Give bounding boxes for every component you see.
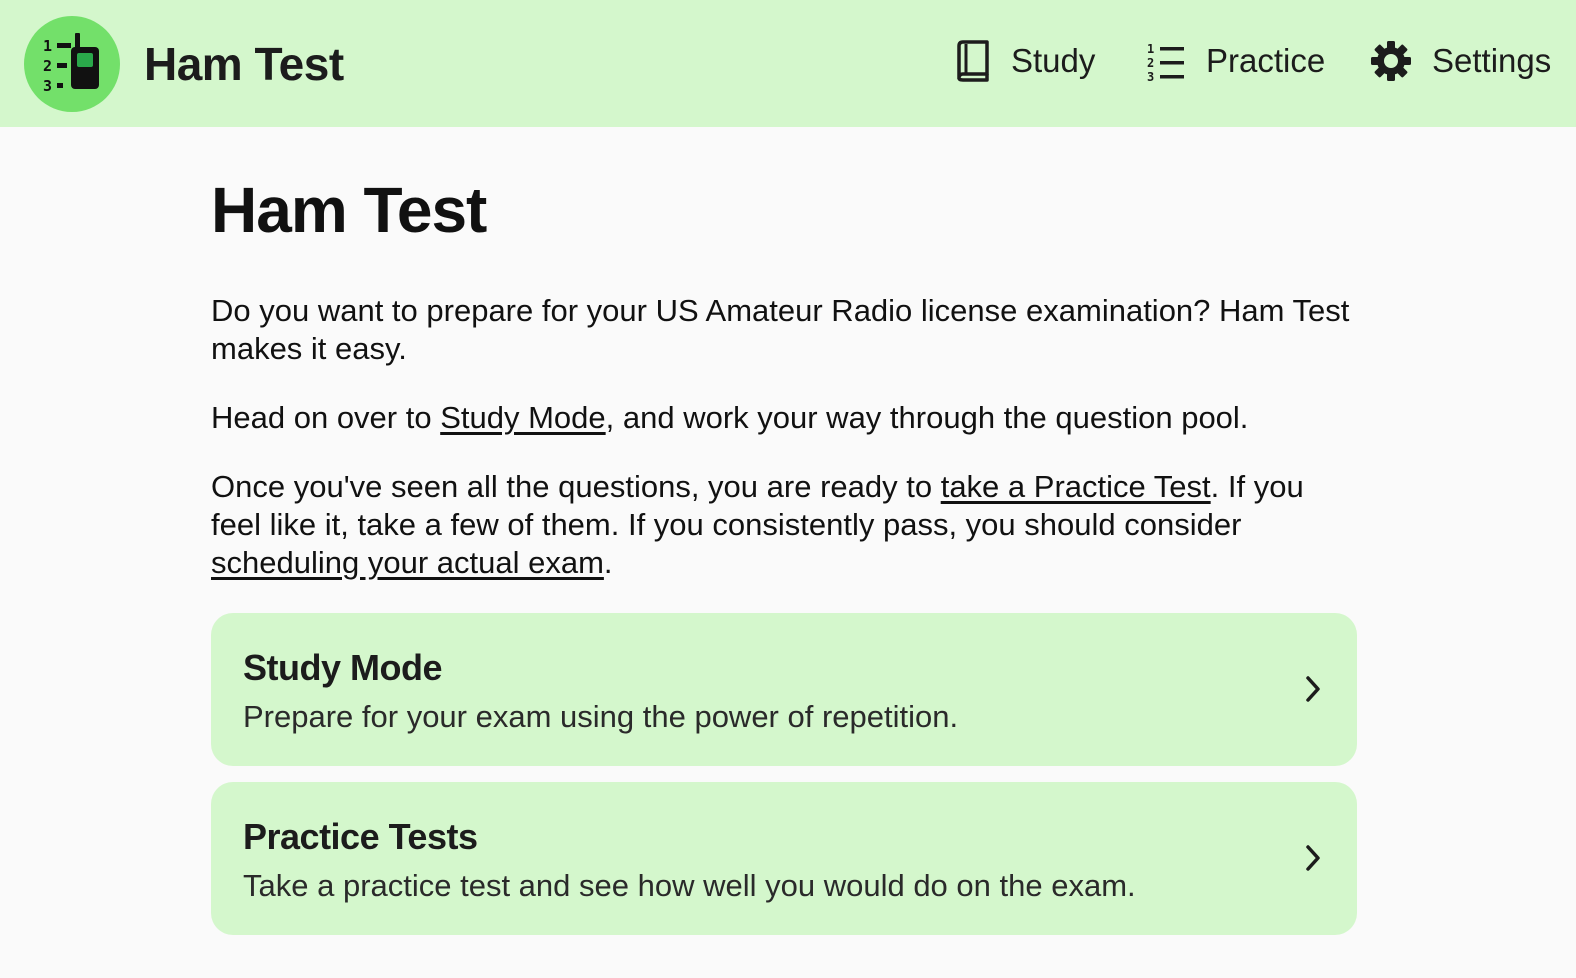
svg-text:1: 1 bbox=[1147, 42, 1154, 56]
study-paragraph-text: Head on over to bbox=[211, 400, 441, 435]
study-mode-link[interactable]: Study Mode bbox=[440, 400, 605, 435]
practice-paragraph-text: Once you've seen all the questions, you … bbox=[211, 469, 941, 504]
svg-text:2: 2 bbox=[43, 57, 52, 75]
brand[interactable]: 1 2 3 Ham Test bbox=[24, 16, 344, 112]
practice-paragraph: Once you've seen all the questions, you … bbox=[211, 468, 1357, 582]
gear-icon bbox=[1371, 41, 1411, 81]
numbered-list-icon: 1 2 3 bbox=[1147, 42, 1184, 82]
page-title: Ham Test bbox=[211, 174, 487, 246]
nav-study[interactable]: Study bbox=[955, 40, 1095, 82]
main-content: Ham Test Do you want to prepare for your… bbox=[211, 170, 1357, 582]
top-nav-bar: 1 2 3 Ham Test Study 1 2 3 Practice Sett… bbox=[0, 0, 1576, 127]
card-title: Practice Tests bbox=[243, 816, 478, 857]
book-icon bbox=[957, 40, 989, 82]
nav-settings[interactable]: Settings bbox=[1370, 40, 1551, 82]
study-paragraph-text-end: , and work your way through the question… bbox=[605, 400, 1249, 435]
study-mode-card[interactable]: Study Mode Prepare for your exam using t… bbox=[211, 613, 1357, 766]
chevron-right-icon bbox=[1306, 676, 1320, 702]
chevron-right-icon bbox=[1306, 845, 1320, 871]
app-title[interactable]: Ham Test bbox=[144, 37, 344, 91]
svg-text:1: 1 bbox=[43, 37, 52, 55]
card-description: Take a practice test and see how well yo… bbox=[243, 868, 1136, 903]
study-paragraph: Head on over to Study Mode, and work you… bbox=[211, 399, 1357, 437]
schedule-exam-link[interactable]: scheduling your actual exam bbox=[211, 545, 604, 580]
card-title: Study Mode bbox=[243, 647, 443, 688]
practice-test-link[interactable]: take a Practice Test bbox=[941, 469, 1211, 504]
intro-paragraph: Do you want to prepare for your US Amate… bbox=[211, 293, 1350, 366]
nav-settings-label[interactable]: Settings bbox=[1432, 42, 1551, 80]
nav-practice-label[interactable]: Practice bbox=[1206, 42, 1325, 80]
practice-paragraph-text-end: . bbox=[603, 545, 613, 580]
svg-text:3: 3 bbox=[1147, 70, 1154, 82]
radio-checklist-icon: 1 2 3 bbox=[24, 16, 120, 112]
nav-practice[interactable]: 1 2 3 Practice bbox=[1146, 40, 1325, 82]
practice-tests-card[interactable]: Practice Tests Take a practice test and … bbox=[211, 782, 1357, 935]
svg-text:2: 2 bbox=[1147, 56, 1154, 70]
nav-study-label[interactable]: Study bbox=[1011, 42, 1095, 80]
svg-text:3: 3 bbox=[43, 77, 52, 95]
card-description: Prepare for your exam using the power of… bbox=[243, 699, 959, 734]
